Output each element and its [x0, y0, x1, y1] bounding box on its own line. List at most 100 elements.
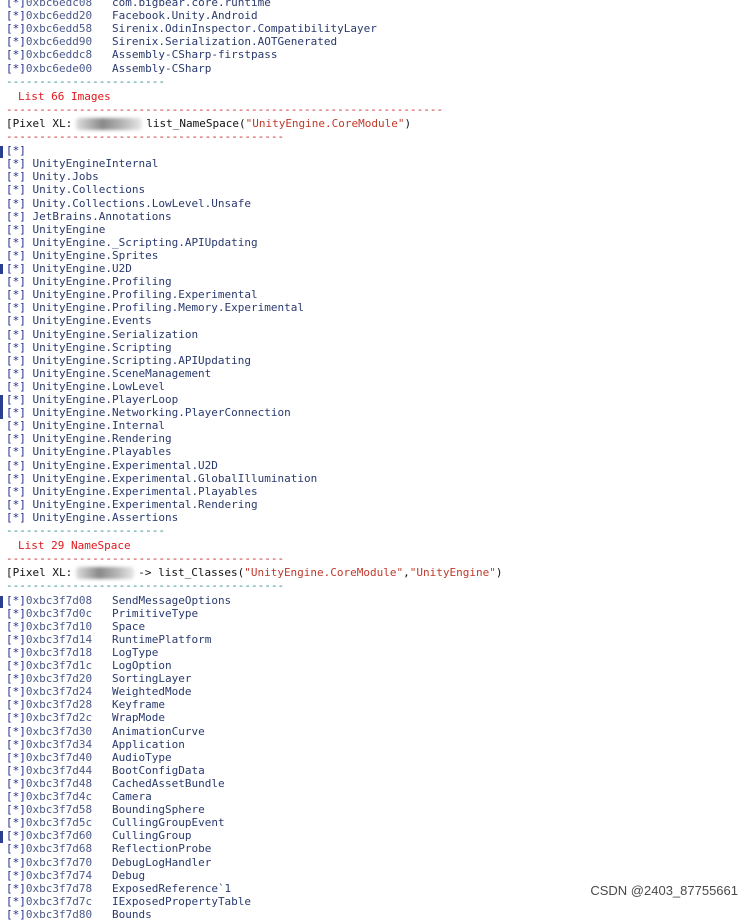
row-marker: [*]	[6, 816, 26, 830]
image-row: [*]0xbc6eddc8 Assembly-CSharp-firstpass	[6, 48, 278, 61]
prompt-prefix: [Pixel XL:	[6, 116, 73, 130]
row-address: 0xbc6edd58	[25, 22, 93, 36]
row-marker: [*]	[6, 419, 26, 433]
namespace-row: [*] UnityEngine.U2D	[6, 262, 132, 275]
row-address: 0xbc3f7d78	[25, 881, 93, 895]
namespace-row: [*] Unity.Collections	[6, 183, 145, 196]
row-name: UnityEngine.Serialization	[25, 327, 199, 341]
namespace-row: [*] UnityEngine.Sprites	[6, 249, 158, 262]
row-marker: [*]	[6, 262, 26, 275]
row-marker: [*]	[6, 907, 26, 921]
row-marker: [*]	[6, 881, 26, 895]
row-address: 0xbc3f7d4c	[25, 790, 93, 803]
namespace-row: [*]	[6, 144, 26, 157]
command-text: list_NameSpace(	[146, 116, 246, 130]
row-name: AudioType	[92, 750, 172, 764]
row-address: 0xbc3f7d80	[25, 907, 93, 921]
row-name: ExposedReference`1	[92, 881, 232, 895]
row-name: LogType	[92, 645, 159, 659]
namespace-row: [*] UnityEngine	[6, 223, 105, 236]
terminal-output: [*]0xbc6edc08 com.bigbear.core.runtime [*…	[0, 0, 754, 921]
row-name: Camera	[92, 790, 152, 803]
namespace-row: [*] UnityEngine.Internal	[6, 419, 165, 432]
namespace-row: [*] UnityEngine.Serialization	[6, 328, 198, 341]
row-name: Unity.Jobs	[25, 170, 99, 184]
separator: ----------------------------------------…	[6, 579, 284, 592]
class-row: [*]0xbc3f7d60 CullingGroup	[6, 829, 191, 842]
image-row: [*]0xbc6edc08 com.bigbear.core.runtime	[6, 0, 271, 9]
row-marker: [*]	[6, 672, 26, 686]
row-marker: [*]	[6, 829, 26, 843]
row-address: 0xbc6edd90	[25, 35, 93, 49]
row-name: ReflectionProbe	[92, 842, 212, 856]
row-address: 0xbc3f7d08	[25, 593, 93, 607]
namespace-row: [*] UnityEngine.Assertions	[6, 511, 178, 524]
row-name: UnityEngine.Experimental.GlobalIlluminat…	[25, 471, 318, 485]
separator-text: ----------------------------------------…	[6, 579, 285, 593]
separator: ----------------------------------------…	[6, 552, 284, 565]
class-row: [*]0xbc3f7d58 BoundingSphere	[6, 803, 205, 816]
row-marker: [*]	[6, 868, 26, 882]
row-marker: [*]	[6, 645, 26, 659]
separator: ----------------------------------------…	[6, 103, 443, 116]
row-marker: [*]	[6, 790, 26, 803]
row-name: UnityEngine.Experimental.U2D	[25, 458, 218, 472]
row-address: 0xbc3f7d20	[25, 672, 93, 686]
separator-text: ----------------------------------------…	[6, 552, 285, 566]
row-name: UnityEngine.Scripting.APIUpdating	[25, 353, 252, 367]
namespace-row: [*] UnityEngineInternal	[6, 157, 158, 170]
row-marker: [*]	[6, 510, 26, 524]
row-name: Bounds	[92, 907, 152, 921]
row-name: UnityEngine.Sprites	[25, 248, 159, 262]
selection-edge-marker	[0, 831, 3, 844]
row-name: UnityEngine.LowLevel	[25, 379, 165, 393]
separator: ------------------------	[6, 75, 165, 88]
row-marker: [*]	[6, 209, 26, 223]
images-count-label: List 66 Images	[18, 89, 111, 103]
row-address: 0xbc3f7d48	[25, 776, 93, 790]
image-row: [*]0xbc6edd90 Sirenix.Serialization.AOTG…	[6, 35, 337, 48]
row-address: 0xbc3f7d1c	[25, 659, 93, 672]
row-name: WeightedMode	[92, 685, 192, 699]
row-name: UnityEngine.Networking.PlayerConnection	[25, 406, 291, 420]
row-marker: [*]	[6, 776, 26, 790]
class-row: [*]0xbc3f7d20 SortingLayer	[6, 672, 191, 685]
row-name: SortingLayer	[92, 672, 192, 686]
row-address: 0xbc3f7d0c	[25, 606, 93, 620]
row-name: Application	[92, 737, 185, 751]
row-address: 0xbc3f7d18	[25, 645, 93, 659]
row-name: Unity.Collections.LowLevel.Unsafe	[25, 196, 252, 210]
class-row: [*]0xbc3f7d24 WeightedMode	[6, 685, 191, 698]
separator: ------------------------	[6, 524, 165, 537]
image-row: [*]0xbc6ede00 Assembly-CSharp	[6, 62, 211, 75]
row-marker: [*]	[6, 248, 26, 262]
class-row: [*]0xbc3f7d70 DebugLogHandler	[6, 856, 211, 869]
row-marker: [*]	[6, 0, 26, 9]
command-text: -> list_Classes(	[138, 566, 245, 580]
selection-edge-marker	[0, 595, 3, 608]
namespace-row: [*] UnityEngine._Scripting.APIUpdating	[6, 236, 258, 249]
row-marker: [*]	[6, 471, 26, 485]
class-row: [*]0xbc3f7d1c LogOption	[6, 659, 172, 672]
prompt-prefix: [Pixel XL:	[6, 566, 73, 580]
row-marker: [*]	[6, 144, 26, 158]
namespace-row: [*] UnityEngine.Experimental.GlobalIllum…	[6, 472, 317, 485]
namespace-row: [*] UnityEngine.Experimental.U2D	[6, 459, 218, 472]
row-marker: [*]	[6, 353, 26, 367]
command-close: )	[404, 116, 412, 130]
row-marker: [*]	[6, 61, 26, 75]
row-name: UnityEngine.Experimental.Rendering	[25, 497, 258, 511]
row-name: SendMessageOptions	[92, 593, 232, 607]
row-marker: [*]	[6, 301, 26, 315]
row-marker: [*]	[6, 737, 26, 751]
namespace-row: [*] UnityEngine.Rendering	[6, 432, 172, 445]
row-name: Unity.Collections	[25, 183, 146, 197]
row-address: 0xbc3f7d60	[25, 829, 93, 843]
separator: ----------------------------------------…	[6, 130, 284, 143]
row-name: UnityEngine.Events	[25, 314, 152, 328]
class-row: [*]0xbc3f7d14 RuntimePlatform	[6, 633, 211, 646]
command-argument-2: "UnityEngine"	[409, 566, 496, 580]
namespace-row: [*] Unity.Collections.LowLevel.Unsafe	[6, 197, 251, 210]
row-name: UnityEngine.Internal	[25, 419, 165, 433]
namespace-row: [*] UnityEngine.Playables	[6, 445, 172, 458]
